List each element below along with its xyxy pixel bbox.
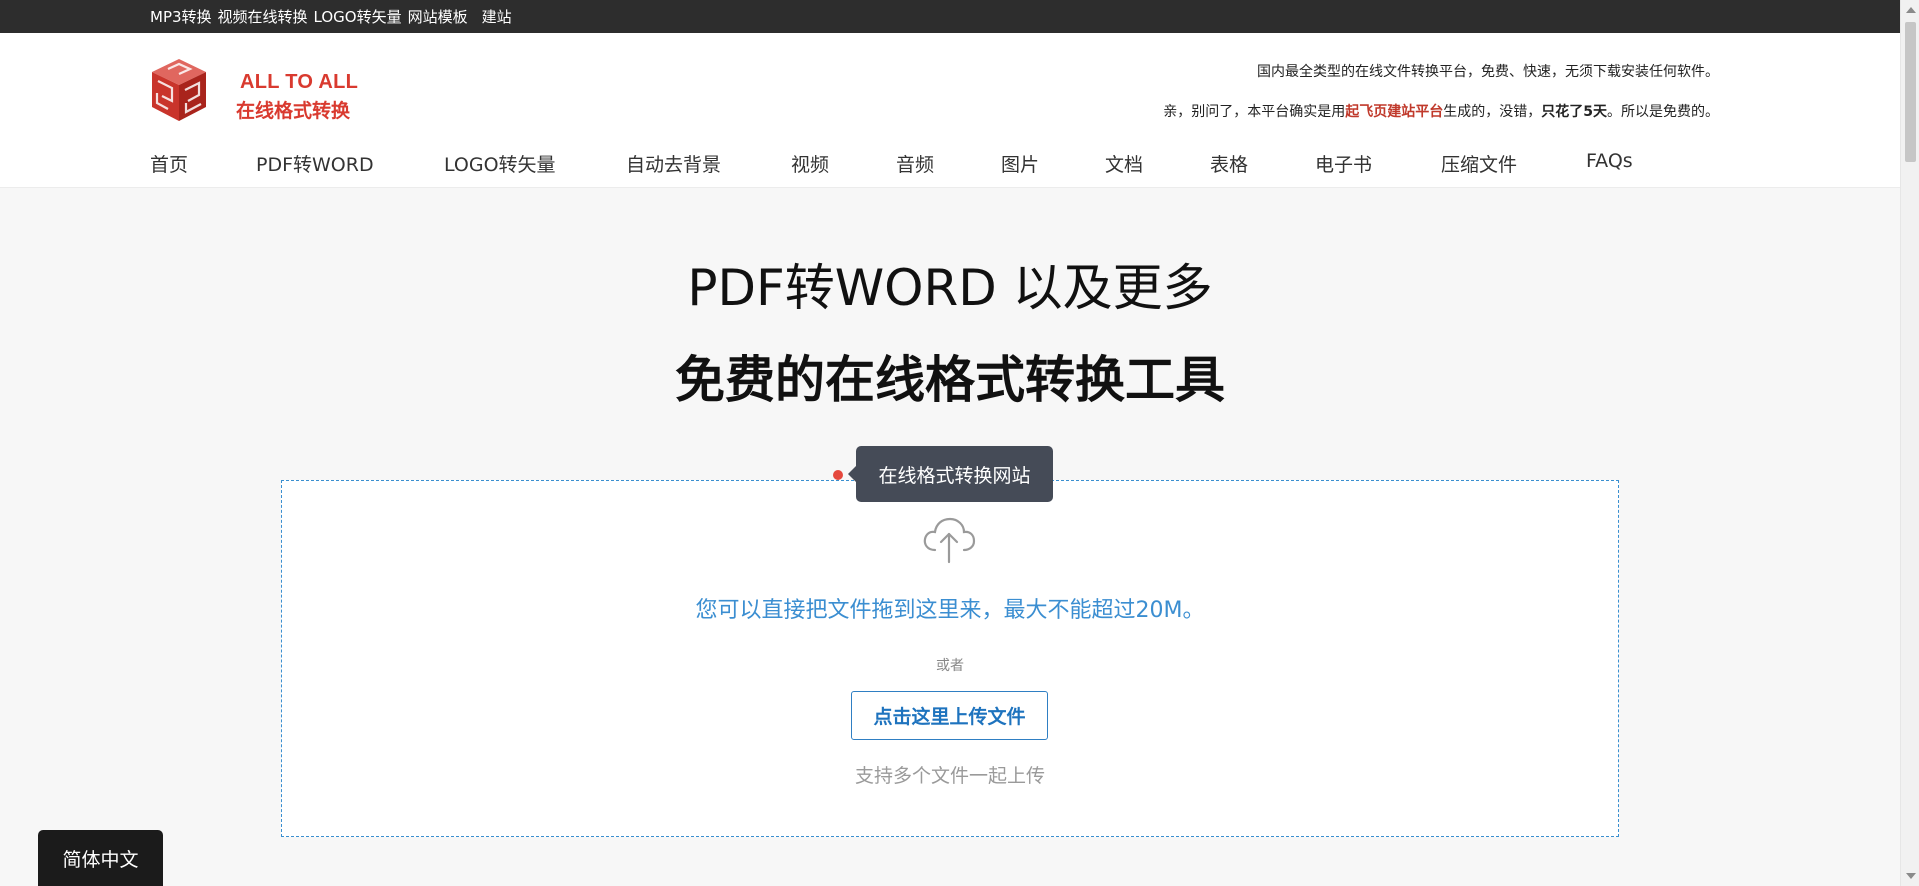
nav-item-spreadsheet[interactable]: 表格 (1210, 150, 1248, 177)
tagline-mid: 生成的，没错， (1443, 104, 1542, 120)
top-bar: MP3转换 视频在线转换 LOGO转矢量 网站模板 建站 (0, 0, 1900, 33)
tagline-bold: 只花了5天 (1541, 104, 1607, 120)
top-link-mp3[interactable]: MP3转换 (150, 6, 212, 27)
nav-item-home[interactable]: 首页 (150, 150, 188, 177)
nav-item-image[interactable]: 图片 (1001, 150, 1039, 177)
language-switcher-button[interactable]: 简体中文 (38, 830, 163, 886)
brand-name-en[interactable]: ALL TO ALL (240, 71, 358, 94)
upload-file-button[interactable]: 点击这里上传文件 (851, 691, 1048, 740)
brand-name-cn[interactable]: 在线格式转换 (236, 96, 350, 123)
builder-platform-link[interactable]: 起飞页建站平台 (1345, 104, 1443, 120)
or-separator: 或者 (936, 658, 964, 674)
multi-upload-note: 支持多个文件一起上传 (854, 765, 1045, 787)
cloud-upload-icon[interactable] (921, 516, 977, 564)
nav-item-video[interactable]: 视频 (791, 150, 829, 177)
scroll-up-arrow-icon[interactable] (1906, 7, 1916, 13)
nav-item-ebook[interactable]: 电子书 (1315, 150, 1372, 177)
top-link-build-site[interactable]: 建站 (482, 6, 512, 27)
scroll-down-arrow-icon[interactable] (1906, 873, 1916, 879)
tagline-prefix: 亲，别问了，本平台确实是用 (1163, 104, 1346, 120)
nav-item-pdf-to-word[interactable]: PDF转WORD (256, 150, 374, 177)
tagline-primary: 国内最全类型的在线文件转换平台，免费、快速，无须下载安装任何软件。 (1257, 64, 1719, 80)
scrollbar-thumb[interactable] (1905, 22, 1916, 162)
nav-item-audio[interactable]: 音频 (896, 150, 934, 177)
notification-dot-icon (833, 470, 843, 480)
top-link-logo[interactable]: LOGO转矢量 (314, 6, 402, 27)
nav-item-remove-background[interactable]: 自动去背景 (626, 150, 721, 177)
top-link-templates[interactable]: 网站模板 (408, 6, 468, 27)
nav-item-faqs[interactable]: FAQs (1586, 150, 1633, 172)
logo-cube-icon[interactable] (148, 57, 210, 123)
hero-title: PDF转WORD 以及更多 (687, 259, 1213, 317)
page-scrollbar[interactable] (1900, 0, 1919, 886)
tagline-suffix: 。所以是免费的。 (1607, 104, 1719, 120)
top-bar-links: MP3转换 视频在线转换 LOGO转矢量 网站模板 建站 (150, 0, 512, 33)
nav-item-archive[interactable]: 压缩文件 (1441, 150, 1517, 177)
nav-item-logo-vector[interactable]: LOGO转矢量 (444, 150, 556, 177)
hero-subtitle: 免费的在线格式转换工具 (675, 351, 1225, 409)
drop-instructions: 您可以直接把文件拖到这里来，最大不能超过20M。 (695, 598, 1205, 623)
tooltip: 在线格式转换网站 (848, 446, 1053, 502)
nav-item-document[interactable]: 文档 (1105, 150, 1143, 177)
site-header: ALL TO ALL 在线格式转换 国内最全类型的在线文件转换平台，免费、快速，… (0, 33, 1900, 188)
top-link-video[interactable]: 视频在线转换 (218, 6, 308, 27)
tagline-secondary: 亲，别问了，本平台确实是用起飞页建站平台生成的，没错，只花了5天。所以是免费的。 (1163, 101, 1719, 121)
